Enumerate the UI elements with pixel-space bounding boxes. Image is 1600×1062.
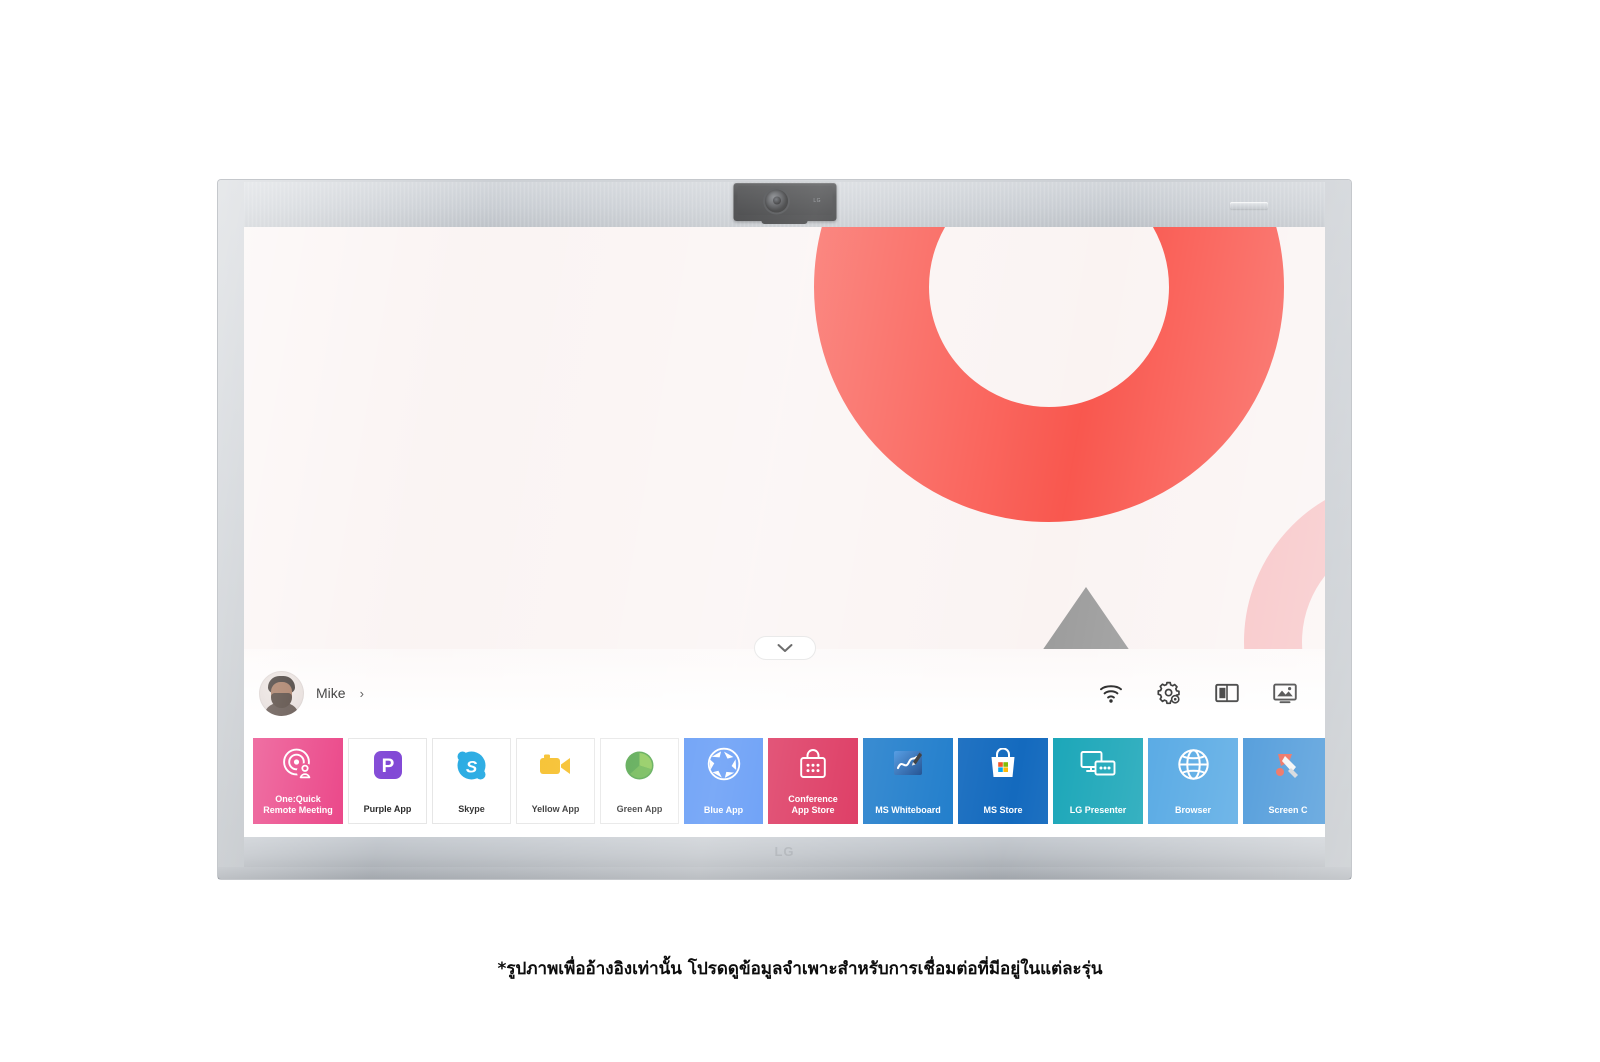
- tile-skype[interactable]: S Skype: [432, 738, 511, 824]
- purple-app-icon: P: [370, 747, 406, 783]
- tile-label: Blue App: [703, 805, 744, 815]
- user-name-label: Mike: [316, 685, 346, 701]
- tile-label: Purple App: [363, 804, 412, 814]
- tile-ms-whiteboard[interactable]: MS Whiteboard: [863, 738, 953, 824]
- svg-text:S: S: [466, 757, 478, 776]
- tile-label: Browser: [1174, 805, 1211, 815]
- display-device: LG Mike › One:Quick Remote Meeting P Pur…: [218, 180, 1351, 879]
- wallpaper-red-ring: [814, 227, 1284, 522]
- bezel-vent-slot: [1230, 202, 1268, 209]
- tile-yellow-app[interactable]: Yellow App: [516, 738, 595, 824]
- launcher-bar: Mike › One:Quick Remote Meeting P Purple…: [244, 636, 1325, 837]
- skype-icon: S: [454, 747, 490, 783]
- tile-screen-capture[interactable]: Screen C: [1243, 738, 1325, 824]
- tile-conference-app-store[interactable]: Conference App Store: [768, 738, 858, 824]
- tile-lg-presenter[interactable]: LG Presenter: [1053, 738, 1143, 824]
- bottom-bezel: LG: [244, 837, 1325, 867]
- camera-module: LG: [733, 183, 836, 224]
- tile-browser[interactable]: Browser: [1148, 738, 1238, 824]
- tile-label: Green App: [616, 804, 663, 814]
- chevron-right-icon: ›: [359, 685, 364, 701]
- screen: Mike › One:Quick Remote Meeting P Purple…: [244, 227, 1325, 837]
- tile-label: Screen C: [1268, 805, 1308, 815]
- split-screen-icon[interactable]: [1214, 680, 1240, 706]
- tile-label: MS Store: [983, 805, 1023, 815]
- tile-label: LG Presenter: [1069, 805, 1127, 815]
- chevron-down-icon: [777, 644, 792, 652]
- toolbar-icon-group: [1098, 680, 1298, 706]
- user-profile-button[interactable]: Mike ›: [259, 670, 364, 716]
- aperture-icon: [706, 746, 742, 782]
- avatar: [259, 670, 304, 716]
- launcher-toolbar: Mike ›: [244, 657, 1325, 729]
- tile-blue-app[interactable]: Blue App: [684, 738, 763, 824]
- screen-capture-icon: [1270, 746, 1306, 782]
- yellow-camcorder-icon: [538, 747, 574, 783]
- green-app-icon: [622, 747, 658, 783]
- tile-label: Skype: [458, 804, 485, 814]
- camera-mount: [761, 219, 808, 224]
- tile-ms-store[interactable]: MS Store: [958, 738, 1048, 824]
- ms-store-icon: [985, 746, 1021, 782]
- footnote-text: *รูปภาพเพื่ออ้างอิงเท่านั้น โปรดดูข้อมูล…: [497, 959, 1103, 979]
- camera-brand-text: LG: [813, 197, 821, 204]
- tile-one-quick-remote-meeting[interactable]: One:Quick Remote Meeting: [253, 738, 343, 824]
- tile-label: MS Whiteboard: [875, 805, 941, 815]
- tile-green-app[interactable]: Green App: [600, 738, 679, 824]
- one-quick-remote-meeting-icon: [280, 746, 316, 782]
- screen-image-icon[interactable]: [1272, 680, 1298, 706]
- lg-logo: LG: [774, 844, 795, 859]
- tile-label: Conference App Store: [788, 794, 838, 815]
- globe-icon: [1175, 746, 1211, 782]
- lg-presenter-icon: [1080, 746, 1116, 782]
- svg-text:P: P: [381, 756, 394, 777]
- settings-gear-icon[interactable]: [1156, 680, 1182, 706]
- ms-whiteboard-icon: [890, 746, 926, 782]
- tile-label: One:Quick Remote Meeting: [263, 794, 333, 815]
- wifi-icon[interactable]: [1098, 680, 1124, 706]
- camera-lens-icon: [765, 189, 789, 212]
- app-tile-row: One:Quick Remote Meeting P Purple App S …: [253, 738, 1325, 824]
- tile-label: Yellow App: [531, 804, 580, 814]
- camera-body: LG: [737, 186, 832, 215]
- tile-purple-app[interactable]: P Purple App: [348, 738, 427, 824]
- device-base: [218, 867, 1351, 879]
- shopping-bag-icon: [795, 746, 831, 782]
